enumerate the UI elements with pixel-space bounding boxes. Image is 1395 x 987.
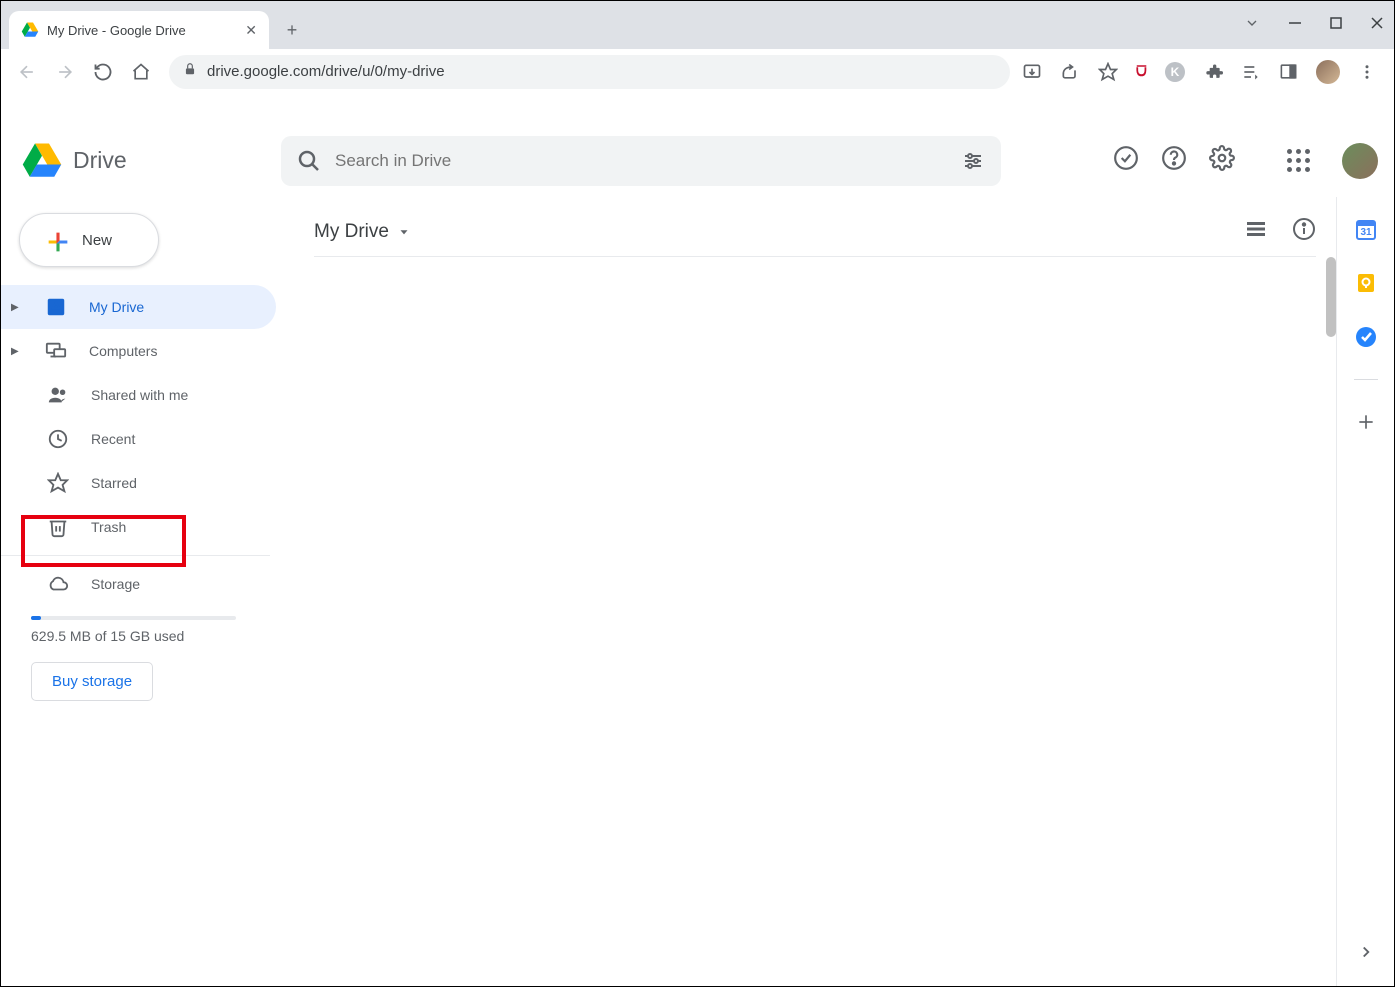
k-badge-icon[interactable]: K: [1165, 62, 1185, 82]
search-icon: [297, 149, 321, 173]
lock-icon: [183, 62, 197, 81]
add-addon-icon[interactable]: [1354, 410, 1378, 434]
breadcrumb-label: My Drive: [314, 221, 389, 243]
nav-recent[interactable]: Recent: [1, 417, 276, 461]
address-bar-icons: ⩂ K: [1022, 60, 1384, 84]
mcafee-icon[interactable]: ⩂: [1136, 63, 1147, 81]
install-icon[interactable]: [1022, 62, 1042, 82]
url-field[interactable]: drive.google.com/drive/u/0/my-drive: [169, 55, 1010, 89]
new-button[interactable]: New: [19, 213, 159, 267]
shared-icon: [47, 384, 69, 406]
header-actions: [1083, 143, 1378, 179]
info-icon[interactable]: [1292, 217, 1316, 246]
search-box[interactable]: [281, 136, 1001, 186]
nav-label: Recent: [91, 431, 135, 447]
minimize-icon[interactable]: [1288, 16, 1302, 35]
starred-icon: [47, 472, 69, 494]
nav-label: Shared with me: [91, 387, 188, 403]
settings-icon[interactable]: [1209, 145, 1235, 176]
url-text: drive.google.com/drive/u/0/my-drive: [207, 63, 445, 80]
apps-icon[interactable]: [1287, 149, 1310, 172]
dropdown-arrow-icon: [397, 225, 411, 239]
storage-usage-text: 629.5 MB of 15 GB used: [1, 628, 286, 644]
search-input[interactable]: [335, 151, 947, 171]
home-button[interactable]: [125, 56, 157, 88]
drive-logo-icon: [21, 140, 63, 182]
close-window-icon[interactable]: [1370, 16, 1384, 35]
calendar-icon[interactable]: 31: [1354, 217, 1378, 241]
tab-close-icon[interactable]: ✕: [245, 22, 257, 39]
computers-icon: [45, 340, 67, 362]
panel-divider: [1354, 379, 1378, 380]
content-header: My Drive: [314, 207, 1316, 257]
browser-tab-strip: My Drive - Google Drive ✕ +: [1, 1, 1394, 49]
nav-starred[interactable]: Starred: [1, 461, 276, 505]
address-bar: drive.google.com/drive/u/0/my-drive ⩂ K: [1, 49, 1394, 95]
panel-collapse-icon[interactable]: [1357, 943, 1375, 966]
main-area: New ▶ My Drive ▶ Computers Shared with m…: [1, 197, 1394, 986]
storage-bar: [31, 616, 236, 620]
nav-my-drive[interactable]: ▶ My Drive: [1, 285, 276, 329]
chevron-down-icon[interactable]: [1244, 15, 1260, 36]
breadcrumb[interactable]: My Drive: [314, 221, 411, 243]
new-tab-button[interactable]: +: [277, 15, 307, 45]
nav-label: Storage: [91, 576, 140, 592]
browser-tab[interactable]: My Drive - Google Drive ✕: [9, 11, 269, 49]
svg-text:31: 31: [1360, 227, 1372, 238]
account-avatar[interactable]: [1342, 143, 1378, 179]
search-options-icon[interactable]: [961, 149, 985, 173]
side-panel-icon[interactable]: [1279, 62, 1298, 81]
reading-list-icon[interactable]: [1241, 62, 1261, 82]
recent-icon: [47, 428, 69, 450]
list-view-icon[interactable]: [1244, 217, 1268, 246]
tasks-icon[interactable]: [1354, 325, 1378, 349]
scrollbar-thumb[interactable]: [1326, 257, 1336, 337]
window-controls: [1244, 1, 1394, 49]
new-button-label: New: [82, 232, 112, 249]
tab-title: My Drive - Google Drive: [47, 23, 237, 38]
help-icon[interactable]: [1161, 145, 1187, 176]
nav-label: Starred: [91, 475, 137, 491]
nav-label: Computers: [89, 343, 157, 359]
nav-computers[interactable]: ▶ Computers: [1, 329, 276, 373]
profile-avatar[interactable]: [1316, 60, 1340, 84]
nav-shared[interactable]: Shared with me: [1, 373, 276, 417]
keep-icon[interactable]: [1354, 271, 1378, 295]
extensions-icon[interactable]: [1203, 62, 1223, 82]
drive-logo[interactable]: Drive: [21, 140, 281, 182]
my-drive-icon: [45, 296, 67, 318]
forward-button[interactable]: [49, 56, 81, 88]
buy-storage-button[interactable]: Buy storage: [31, 662, 153, 701]
back-button[interactable]: [11, 56, 43, 88]
drive-logo-text: Drive: [73, 147, 127, 174]
share-icon[interactable]: [1060, 62, 1080, 82]
maximize-icon[interactable]: [1330, 16, 1342, 34]
side-panel: 31: [1336, 197, 1394, 986]
content-actions: [1244, 217, 1316, 246]
star-icon[interactable]: [1098, 62, 1118, 82]
ready-offline-icon[interactable]: [1113, 145, 1139, 176]
annotation-highlight: [21, 515, 186, 567]
sidebar: New ▶ My Drive ▶ Computers Shared with m…: [1, 197, 286, 986]
nav-storage[interactable]: Storage: [1, 562, 276, 606]
expand-arrow-icon[interactable]: ▶: [11, 346, 23, 357]
content-area: My Drive: [286, 197, 1336, 986]
drive-favicon: [21, 21, 39, 39]
drive-header: Drive: [1, 125, 1394, 197]
storage-fill: [31, 616, 41, 620]
nav-label: My Drive: [89, 299, 144, 315]
menu-icon[interactable]: [1358, 63, 1376, 81]
plus-icon: [44, 228, 68, 252]
reload-button[interactable]: [87, 56, 119, 88]
expand-arrow-icon[interactable]: ▶: [11, 302, 23, 313]
cloud-icon: [47, 573, 69, 595]
